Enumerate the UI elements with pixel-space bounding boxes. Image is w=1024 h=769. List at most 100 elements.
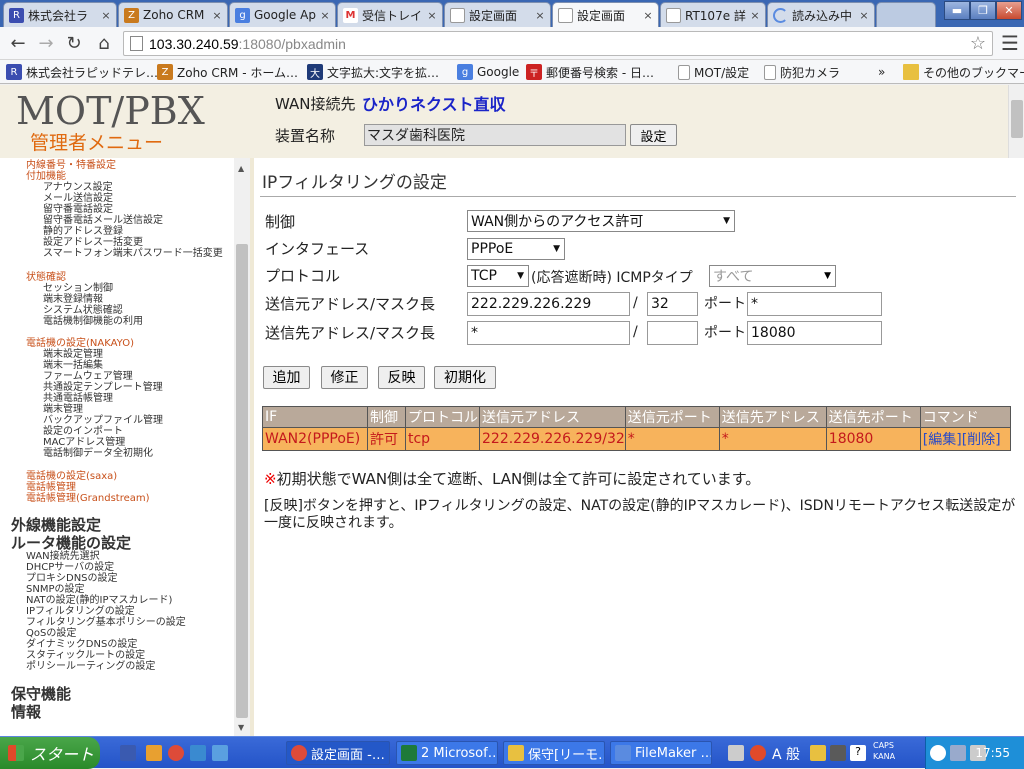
browser-tab-7[interactable]: RT107e 詳 × (660, 2, 766, 27)
quicklaunch-icon[interactable] (212, 745, 228, 761)
window-close-icon[interactable]: ✕ (996, 1, 1022, 20)
tray-icon[interactable] (930, 745, 946, 761)
other-bookmarks[interactable]: その他のブックマーク (903, 63, 1024, 81)
sidebar-item[interactable]: 端末設定管理 (26, 349, 163, 360)
sidebar-scrollbar-thumb[interactable] (236, 244, 248, 718)
keyboard-icon[interactable] (728, 745, 744, 761)
sidebar-head[interactable]: 電話機の設定(saxa) (26, 471, 150, 482)
sidebar-item[interactable]: フィルタリング基本ポリシーの設定 (12, 617, 186, 628)
scroll-down-icon[interactable]: ▼ (238, 723, 244, 732)
bookmark-2[interactable]: Z Zoho CRM - ホーム… (157, 63, 298, 81)
sidebar-item[interactable]: スタティックルートの設定 (12, 650, 186, 661)
reload-icon[interactable]: ↻ (62, 31, 86, 55)
sidebar-section[interactable]: 情報 (11, 703, 71, 721)
sidebar-item[interactable]: 留守番電話メール送信設定 (26, 215, 223, 226)
bookmarks-more-button[interactable]: » (878, 63, 885, 81)
ime-tool-icon[interactable] (810, 745, 826, 761)
tray-icon[interactable] (950, 745, 966, 761)
sidebar-item[interactable]: 留守番電話設定 (26, 204, 223, 215)
sidebar-item[interactable]: 電話制御データ全初期化 (26, 448, 163, 459)
sidebar-item[interactable]: メール送信設定 (26, 193, 223, 204)
sidebar-item[interactable]: アナウンス設定 (26, 182, 223, 193)
restore-icon[interactable]: ❐ (970, 1, 996, 20)
edit-link[interactable]: [編集] (923, 432, 962, 448)
sidebar-item[interactable]: NATの設定(静的IPマスカレード) (12, 595, 186, 606)
browser-tab-8[interactable]: 読み込み中 × (767, 2, 875, 27)
sidebar-item[interactable]: 共通電話帳管理 (26, 393, 163, 404)
tab-close-icon[interactable]: × (642, 9, 654, 22)
sidebar-item[interactable]: SNMPの設定 (12, 584, 186, 595)
sidebar-item[interactable]: ポリシールーティングの設定 (12, 661, 186, 672)
sidebar-item[interactable]: セッション制御 (26, 283, 143, 294)
sidebar-head[interactable]: 内線番号・特番設定 (26, 160, 116, 171)
destination-mask-input[interactable] (647, 321, 698, 345)
browser-tab-6-active[interactable]: 設定画面 × (552, 2, 659, 27)
home-icon[interactable]: ⌂ (92, 31, 116, 55)
initialize-button[interactable]: 初期化 (434, 366, 496, 389)
sidebar-item[interactable]: 端末登録情報 (26, 294, 143, 305)
bookmark-5[interactable]: 〒郵便番号検索 - 日… (526, 63, 654, 81)
start-button[interactable]: スタート (0, 737, 100, 769)
sidebar-item[interactable]: IPフィルタリングの設定 (12, 606, 186, 617)
sidebar-item[interactable]: システム状態確認 (26, 305, 143, 316)
help-icon[interactable]: ? (850, 745, 866, 761)
sidebar-item[interactable]: ファームウェア管理 (26, 371, 163, 382)
sidebar-item[interactable]: 設定のインポート (26, 426, 163, 437)
sidebar-item[interactable]: 設定アドレス一括変更 (26, 237, 223, 248)
back-icon[interactable]: ← (6, 31, 30, 55)
ime-icon[interactable] (750, 745, 766, 761)
new-tab-button[interactable] (876, 2, 936, 27)
tab-close-icon[interactable]: × (749, 9, 761, 22)
destination-address-input[interactable]: * (467, 321, 630, 345)
control-select[interactable]: WAN側からのアクセス許可 ▼ (467, 210, 735, 232)
sidebar-item[interactable]: 端末管理 (26, 404, 163, 415)
taskbar-item-excel[interactable]: 2 Microsof… (396, 741, 498, 765)
taskbar-item-chrome[interactable]: 設定画面 -… (286, 741, 390, 765)
tab-close-icon[interactable]: × (211, 9, 223, 22)
sidebar-item[interactable]: 共通設定テンプレート管理 (26, 382, 163, 393)
sidebar-item[interactable]: WAN接続先選択 (12, 551, 186, 562)
icmp-type-select[interactable]: すべて ▼ (709, 265, 836, 287)
sidebar-item[interactable]: DHCPサーバの設定 (12, 562, 186, 573)
sidebar-head[interactable]: 電話帳管理 (26, 482, 150, 493)
sidebar-head[interactable]: 電話帳管理(Grandstream) (26, 493, 150, 504)
browser-tab-2[interactable]: Z Zoho CRM × (118, 2, 228, 27)
sidebar-section[interactable]: 外線機能設定 (11, 516, 131, 534)
bookmark-4[interactable]: g Google (457, 63, 519, 81)
apply-button[interactable]: 反映 (378, 366, 425, 389)
address-bar[interactable]: 103.30.240.59 :18080/pbxadmin ☆ (123, 31, 993, 56)
taskbar-item-filemaker[interactable]: FileMaker … (610, 741, 712, 765)
chrome-icon[interactable] (168, 745, 184, 761)
browser-tab-5[interactable]: 設定画面 × (444, 2, 551, 27)
sidebar-item[interactable]: MACアドレス管理 (26, 437, 163, 448)
desktop-icon[interactable] (120, 745, 136, 761)
taskbar-item-folder[interactable]: 保守[リーモ… (503, 741, 605, 765)
bookmark-star-icon[interactable]: ☆ (970, 33, 986, 54)
sidebar-section[interactable]: 保守機能 (11, 685, 71, 703)
browser-tab-3[interactable]: g Google Ap × (229, 2, 336, 27)
device-name-input[interactable]: マスダ歯科医院 (364, 124, 626, 146)
modify-button[interactable]: 修正 (321, 366, 368, 389)
ime-tool-icon[interactable] (830, 745, 846, 761)
minimize-icon[interactable]: ▬ (944, 1, 970, 20)
source-mask-input[interactable]: 32 (647, 292, 698, 316)
bookmark-1[interactable]: R 株式会社ラピッドテレ… (6, 63, 158, 81)
bookmark-6[interactable]: MOT/設定 (678, 63, 749, 81)
delete-link[interactable]: [削除] (962, 432, 1001, 448)
browser-tab-4[interactable]: M 受信トレイ × (337, 2, 443, 27)
tab-close-icon[interactable]: × (426, 9, 438, 22)
tab-close-icon[interactable]: × (319, 9, 331, 22)
page-scrollbar-thumb[interactable] (1011, 100, 1023, 138)
sidebar-item[interactable]: ダイナミックDNSの設定 (12, 639, 186, 650)
tab-close-icon[interactable]: × (534, 9, 546, 22)
page-scrollbar[interactable] (1008, 85, 1024, 158)
quicklaunch-icon[interactable] (146, 745, 162, 761)
sidebar-item[interactable]: 静的アドレス登録 (26, 226, 223, 237)
sidebar-head[interactable]: 状態確認 (26, 272, 143, 283)
sidebar-item[interactable]: スマートフォン端末パスワード一括変更 (26, 248, 223, 259)
sidebar-item[interactable]: 端末一括編集 (26, 360, 163, 371)
menu-icon[interactable]: ☰ (998, 31, 1022, 55)
sidebar-item[interactable]: プロキシDNSの設定 (12, 573, 186, 584)
interface-select[interactable]: PPPoE ▼ (467, 238, 565, 260)
tab-close-icon[interactable]: × (858, 9, 870, 22)
